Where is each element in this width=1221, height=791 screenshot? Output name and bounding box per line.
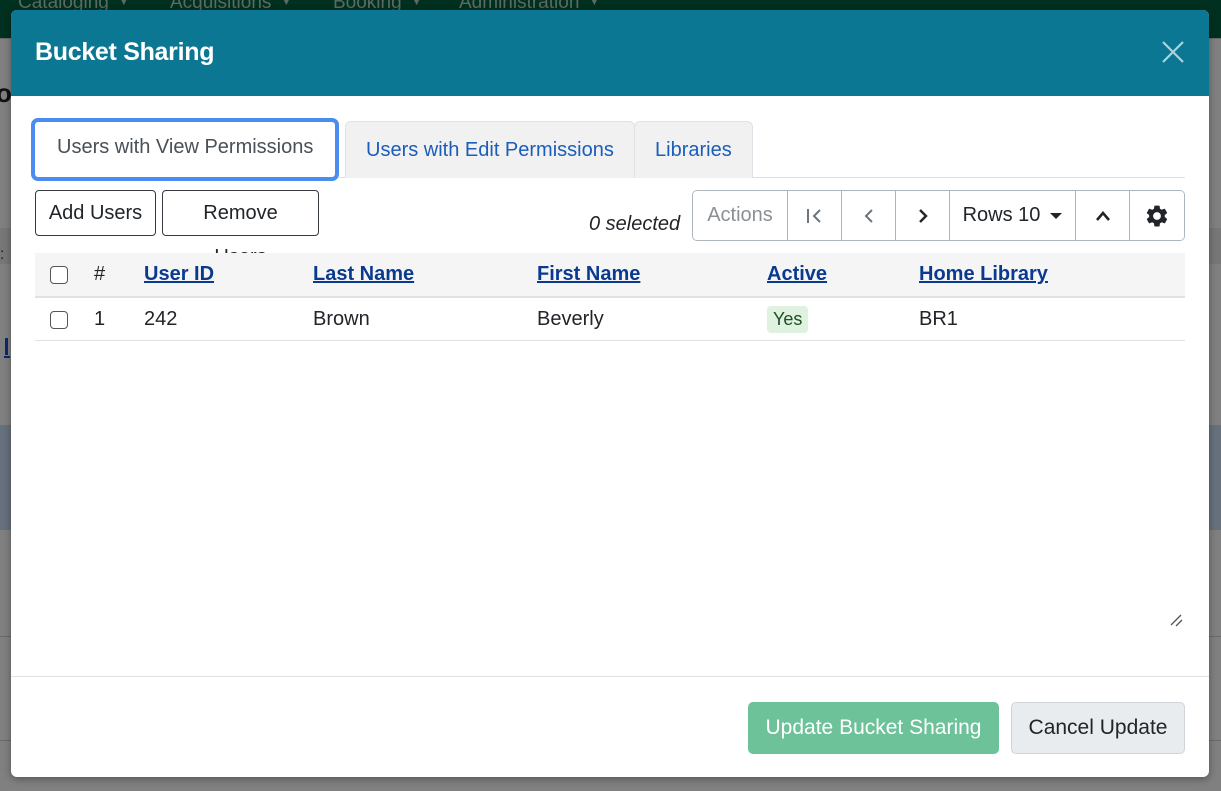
- modal-footer: Update Bucket Sharing Cancel Update: [11, 676, 1209, 777]
- modal-title: Bucket Sharing: [35, 38, 215, 66]
- last-name-cell: Brown: [313, 308, 370, 330]
- caret-down-icon: [1050, 212, 1063, 219]
- next-page-button[interactable]: [896, 191, 950, 240]
- table-header: # User ID Last Name First Name Active Ho…: [35, 253, 1185, 298]
- select-all-cell: [50, 253, 68, 296]
- caret-down-icon: ▼: [411, 0, 422, 9]
- cancel-update-button[interactable]: Cancel Update: [1011, 702, 1185, 754]
- row-checkbox[interactable]: [50, 310, 68, 329]
- caret-down-icon: ▼: [118, 0, 129, 9]
- sort-user-id-link[interactable]: User ID: [144, 263, 214, 286]
- select-all-checkbox[interactable]: [50, 265, 68, 284]
- modal-header: Bucket Sharing: [11, 10, 1209, 96]
- column-header-index: #: [94, 263, 106, 285]
- gear-icon: [1146, 205, 1168, 226]
- sort-first-name-link[interactable]: First Name: [537, 263, 640, 286]
- bucket-sharing-dialog: Bucket Sharing Users with Edit Permissio…: [11, 10, 1209, 777]
- caret-down-icon: ▼: [589, 0, 600, 9]
- actions-button[interactable]: Actions: [693, 191, 788, 240]
- caret-down-icon: ▼: [281, 0, 292, 9]
- column-header-home-library: Home Library: [919, 253, 1048, 296]
- tab-libraries[interactable]: Libraries: [634, 121, 753, 178]
- tab-edit-permissions[interactable]: Users with Edit Permissions: [345, 121, 635, 178]
- add-users-button[interactable]: Add Users: [35, 190, 156, 236]
- rows-per-page-dropdown[interactable]: Rows 10: [950, 191, 1076, 240]
- column-header-active: Active: [767, 253, 827, 296]
- sort-home-library-link[interactable]: Home Library: [919, 263, 1048, 286]
- selected-count: 0 selected: [589, 213, 681, 235]
- home-library-cell: BR1: [919, 308, 958, 330]
- sort-active-link[interactable]: Active: [767, 263, 827, 286]
- tab-view-permissions[interactable]: Users with View Permissions: [31, 118, 340, 181]
- collapse-button[interactable]: [1076, 191, 1130, 240]
- first-name-cell: Beverly: [537, 308, 604, 330]
- active-cell: Yes: [767, 299, 809, 340]
- settings-button[interactable]: [1130, 191, 1184, 240]
- column-header-user-id: User ID: [144, 253, 214, 296]
- background-link-fragment: [4, 336, 10, 358]
- first-page-icon: [806, 208, 821, 223]
- background-text-fragment: :: [0, 246, 5, 263]
- user-id-cell: 242: [144, 308, 178, 330]
- grid-toolbar: Actions Rows 10: [692, 190, 1185, 241]
- first-page-button[interactable]: [788, 191, 842, 240]
- rows-per-page-label: Rows 10: [962, 204, 1041, 226]
- close-icon: [1162, 41, 1184, 63]
- column-header-first-name: First Name: [537, 253, 640, 296]
- remove-users-button[interactable]: Remove Users: [162, 190, 319, 268]
- active-badge: Yes: [767, 306, 809, 333]
- tab-list: Users with Edit Permissions Libraries Us…: [31, 118, 1185, 181]
- chevron-left-icon: [864, 208, 873, 223]
- row-index: 1: [94, 308, 106, 330]
- chevron-up-icon: [1095, 210, 1110, 221]
- chevron-right-icon: [918, 208, 928, 223]
- resize-handle-icon[interactable]: [1169, 613, 1183, 627]
- previous-page-button[interactable]: [842, 191, 896, 240]
- column-header-last-name: Last Name: [313, 253, 414, 296]
- close-button[interactable]: [1159, 38, 1187, 66]
- sort-last-name-link[interactable]: Last Name: [313, 263, 414, 286]
- row-select-cell: [50, 299, 68, 340]
- update-bucket-sharing-button[interactable]: Update Bucket Sharing: [748, 702, 999, 754]
- table-row[interactable]: 1 242 Brown Beverly Yes BR1: [35, 299, 1185, 341]
